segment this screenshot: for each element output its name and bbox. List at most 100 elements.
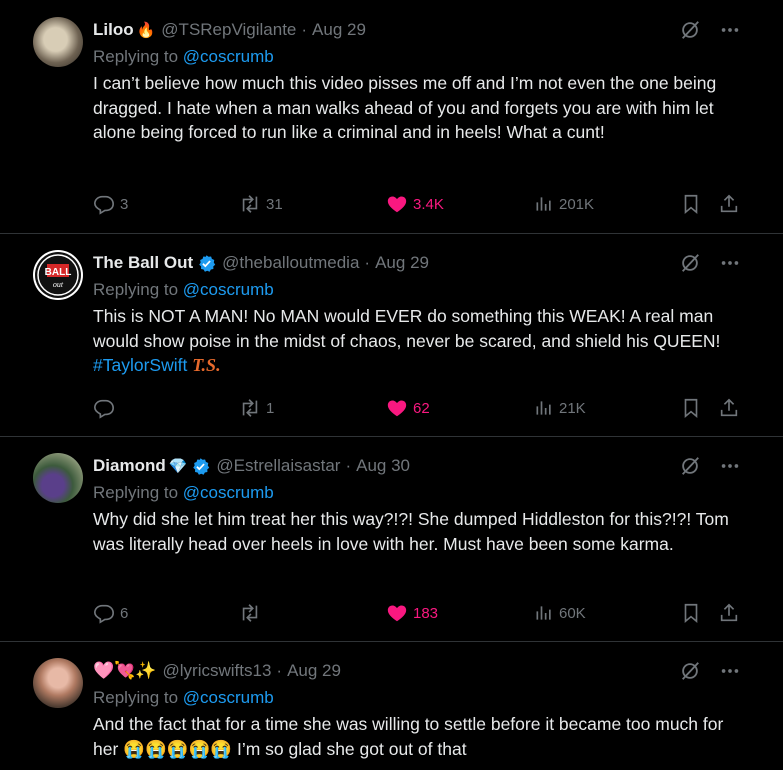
svg-text:BALL: BALL [45,267,72,278]
bookmark-icon [680,397,702,419]
reply-icon [93,602,115,624]
tweet-text: This is NOT A MAN! No MAN would EVER do … [93,304,743,378]
user-handle[interactable]: @lyricswifts13 [163,661,272,681]
tweet-actions: 3 31 3.4K 201K [93,192,743,216]
view-count: 60K [559,604,586,622]
replying-to-handle[interactable]: @coscrumb [183,47,274,66]
tweet[interactable]: Diamond 💎 @Estrellaisastar · Aug 30 Repl… [0,437,783,642]
user-handle[interactable]: @TSRepVigilante [161,20,296,40]
replying-to-label: Replying to [93,280,179,299]
tweet-date[interactable]: Aug 29 [312,20,366,40]
like-button[interactable]: 183 [386,602,438,624]
share-icon [718,602,740,624]
reply-count: 3 [120,195,129,213]
fire-emoji: 🔥 [136,22,156,39]
reply-count: 6 [120,604,129,622]
display-name[interactable]: 🩷💘✨ [93,661,157,681]
reply-button[interactable]: 3 [93,193,128,215]
like-button[interactable]: 3.4K [386,193,444,215]
display-name[interactable]: The Ball Out [93,253,193,273]
bookmark-button[interactable] [680,193,702,215]
replying-to-label: Replying to [93,47,179,66]
reply-icon [93,193,115,215]
retweet-icon [239,602,261,624]
replying-to: Replying to @coscrumb [93,47,743,67]
display-name[interactable]: Diamond [93,456,166,476]
replying-to-handle[interactable]: @coscrumb [183,280,274,299]
share-button[interactable] [718,193,740,215]
bookmark-icon [680,193,702,215]
replying-to: Replying to @coscrumb [93,483,743,503]
bookmark-button[interactable] [680,602,702,624]
retweet-count: 1 [266,399,275,417]
views-icon [534,603,554,623]
views-icon [534,194,554,214]
user-handle[interactable]: @theballoutmedia [222,253,359,273]
replying-to-label: Replying to [93,688,179,707]
tweet-header: Diamond 💎 @Estrellaisastar · Aug 30 [93,455,743,477]
views-button[interactable]: 60K [534,603,586,623]
tweet-text: Why did she let him treat her this way?!… [93,509,729,554]
gem-emoji: 💎 [168,458,188,475]
views-button[interactable]: 21K [534,398,586,418]
retweet-icon [239,397,261,419]
replying-to-handle[interactable]: @coscrumb [183,688,274,707]
like-count: 183 [413,604,439,622]
retweet-button[interactable] [239,602,266,624]
retweet-button[interactable]: 1 [239,397,274,419]
like-button[interactable]: 62 [386,397,430,419]
reply-button[interactable]: 6 [93,602,128,624]
views-button[interactable]: 201K [534,194,594,214]
replying-to: Replying to @coscrumb [93,280,743,300]
retweet-count: 31 [266,195,283,213]
reply-button[interactable] [93,397,120,419]
ball-out-logo: BALL out [35,252,81,298]
tweet[interactable]: BALL out The Ball Out @theballoutmedia ·… [0,234,783,437]
heart-icon [386,193,408,215]
heart-icon [386,602,408,624]
share-button[interactable] [718,397,740,419]
separator-dot: · [301,20,308,39]
tweet[interactable]: Liloo 🔥 @TSRepVigilante · Aug 29 Replyin… [0,0,783,234]
tweet-date[interactable]: Aug 29 [287,661,341,681]
view-count: 201K [559,195,595,213]
tweet-text-body: This is NOT A MAN! No MAN would EVER do … [93,306,721,351]
separator-dot: · [276,661,283,680]
display-name[interactable]: Liloo [93,20,134,40]
share-icon [718,193,740,215]
replying-to-label: Replying to [93,483,179,502]
tweet-header: The Ball Out @theballoutmedia · Aug 29 [93,252,743,274]
tweet-header: Liloo 🔥 @TSRepVigilante · Aug 29 [93,19,743,41]
avatar[interactable] [33,17,83,67]
tweet-actions: 1 62 21K [93,396,743,420]
like-count: 62 [413,399,430,417]
reply-icon [93,397,115,419]
verified-badge-icon [197,254,216,273]
tweet-actions: 6 183 60K [93,601,743,625]
share-button[interactable] [718,602,740,624]
reply-feed: Liloo 🔥 @TSRepVigilante · Aug 29 Replyin… [0,0,783,770]
hashtag-link[interactable]: #TaylorSwift [93,355,187,375]
bookmark-icon [680,602,702,624]
verified-badge-icon [191,457,210,476]
heart-icon [386,397,408,419]
views-icon [534,398,554,418]
avatar[interactable]: BALL out [33,250,83,300]
svg-text:out: out [53,280,64,289]
avatar[interactable] [33,658,83,708]
tweet-text: I can’t believe how much this video piss… [93,73,717,142]
user-handle[interactable]: @Estrellaisastar [216,456,340,476]
replying-to-handle[interactable]: @coscrumb [183,483,274,502]
tweet[interactable]: 🩷💘✨ @lyricswifts13 · Aug 29 Replying to … [0,642,783,770]
like-count: 3.4K [413,195,444,213]
avatar[interactable] [33,453,83,503]
replying-to: Replying to @coscrumb [93,688,743,708]
tweet-date[interactable]: Aug 30 [356,456,410,476]
separator-dot: · [364,253,371,272]
tweet-header: 🩷💘✨ @lyricswifts13 · Aug 29 [93,660,743,682]
tweet-date[interactable]: Aug 29 [375,253,429,273]
retweet-icon [239,193,261,215]
bookmark-button[interactable] [680,397,702,419]
share-icon [718,397,740,419]
retweet-button[interactable]: 31 [239,193,283,215]
